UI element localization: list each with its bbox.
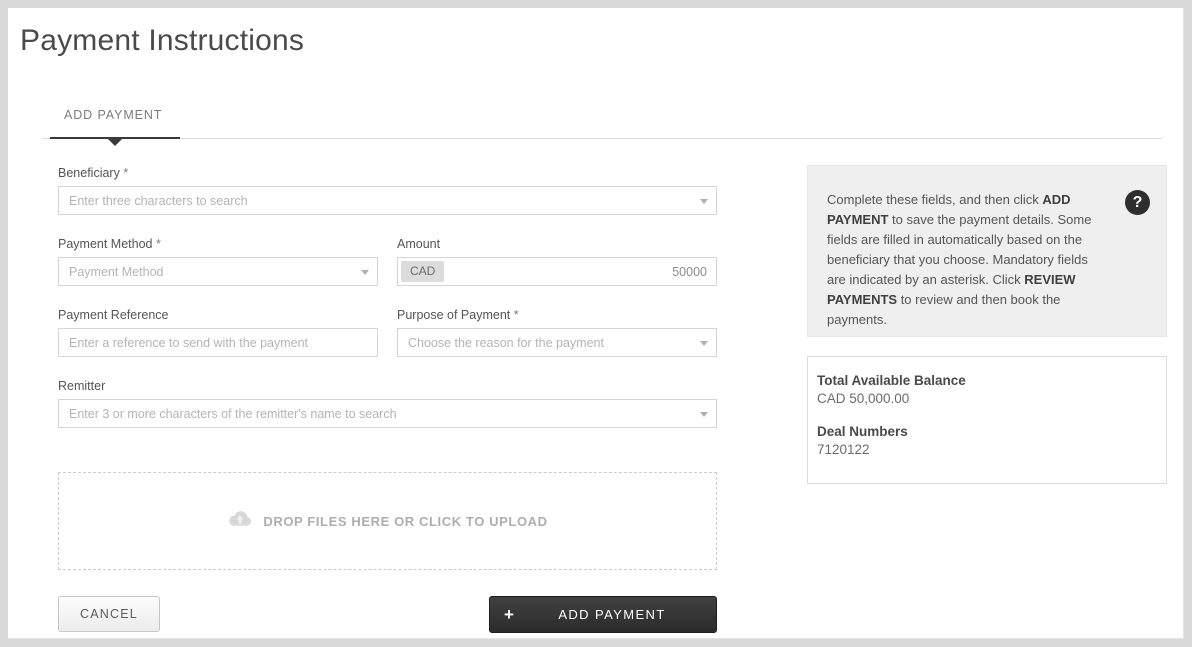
- purpose-of-payment-placeholder: Choose the reason for the payment: [408, 336, 604, 350]
- beneficiary-required-asterisk: *: [123, 166, 128, 180]
- help-text-part-1: Complete these fields, and then click: [827, 192, 1042, 207]
- dropzone-label: DROP FILES HERE OR CLICK TO UPLOAD: [263, 514, 547, 529]
- total-available-balance-value: CAD 50,000.00: [817, 391, 966, 406]
- purpose-of-payment-label: Purpose of Payment *: [397, 308, 717, 322]
- deal-numbers-label: Deal Numbers: [817, 424, 966, 439]
- plus-icon: +: [504, 606, 515, 623]
- chevron-down-icon[interactable]: [361, 270, 369, 275]
- currency-badge: CAD: [401, 261, 444, 282]
- purpose-of-payment-select[interactable]: Choose the reason for the payment: [397, 328, 717, 357]
- cancel-button[interactable]: CANCEL: [58, 596, 160, 632]
- tab-bar: ADD PAYMENT: [42, 108, 1162, 140]
- payment-method-select[interactable]: Payment Method: [58, 257, 378, 286]
- payment-method-label-text: Payment Method: [58, 237, 153, 251]
- spacer: [58, 215, 718, 237]
- page-title: Payment Instructions: [20, 24, 304, 58]
- remitter-placeholder: Enter 3 or more characters of the remitt…: [69, 407, 397, 421]
- beneficiary-label-text: Beneficiary: [58, 166, 120, 180]
- tab-add-payment[interactable]: ADD PAYMENT: [50, 108, 176, 131]
- payment-form: Beneficiary * Enter three characters to …: [58, 166, 718, 428]
- payment-method-label: Payment Method *: [58, 237, 378, 251]
- purpose-of-payment-label-text: Purpose of Payment: [397, 308, 510, 322]
- page-card: Payment Instructions ADD PAYMENT Benefic…: [8, 8, 1184, 639]
- spacer: [58, 357, 718, 379]
- beneficiary-label: Beneficiary *: [58, 166, 718, 180]
- deal-numbers-value: 7120122: [817, 442, 966, 457]
- purpose-of-payment-field-group: Purpose of Payment * Choose the reason f…: [397, 308, 717, 357]
- beneficiary-field-group: Beneficiary * Enter three characters to …: [58, 166, 718, 215]
- amount-field-group: Amount CAD 50000: [397, 237, 717, 286]
- payment-reference-input[interactable]: Enter a reference to send with the payme…: [58, 328, 378, 357]
- question-mark-icon[interactable]: ?: [1125, 190, 1150, 215]
- remitter-input[interactable]: Enter 3 or more characters of the remitt…: [58, 399, 717, 428]
- payment-method-required-asterisk: *: [156, 237, 161, 251]
- spacer: [58, 286, 718, 308]
- purpose-of-payment-required-asterisk: *: [514, 308, 519, 322]
- chevron-down-icon[interactable]: [700, 199, 708, 204]
- cloud-upload-icon: [227, 509, 253, 534]
- add-payment-button-label: ADD PAYMENT: [490, 607, 716, 622]
- payment-method-placeholder: Payment Method: [69, 265, 164, 279]
- chevron-down-icon[interactable]: [700, 341, 708, 346]
- summary-content: Total Available Balance CAD 50,000.00 De…: [817, 373, 966, 457]
- tab-bar-rule: [42, 138, 1162, 139]
- tab-active-caret-icon: [108, 139, 122, 146]
- payment-reference-field-group: Payment Reference Enter a reference to s…: [58, 308, 378, 357]
- payment-method-field-group: Payment Method * Payment Method: [58, 237, 378, 286]
- help-panel: Complete these fields, and then click AD…: [807, 165, 1167, 337]
- summary-panel: Total Available Balance CAD 50,000.00 De…: [807, 356, 1167, 484]
- total-available-balance-label: Total Available Balance: [817, 373, 966, 388]
- help-text: Complete these fields, and then click AD…: [827, 190, 1099, 330]
- chevron-down-icon[interactable]: [700, 412, 708, 417]
- amount-value: 50000: [672, 265, 707, 279]
- beneficiary-input[interactable]: Enter three characters to search: [58, 186, 717, 215]
- remitter-field-group: Remitter Enter 3 or more characters of t…: [58, 379, 718, 428]
- payment-reference-label: Payment Reference: [58, 308, 378, 322]
- remitter-label: Remitter: [58, 379, 718, 393]
- beneficiary-placeholder: Enter three characters to search: [69, 194, 248, 208]
- file-dropzone[interactable]: DROP FILES HERE OR CLICK TO UPLOAD: [58, 472, 717, 570]
- add-payment-button[interactable]: + ADD PAYMENT: [489, 596, 717, 633]
- payment-reference-placeholder: Enter a reference to send with the payme…: [69, 336, 308, 350]
- method-amount-row: Payment Method * Payment Method Amount C…: [58, 237, 718, 286]
- amount-label: Amount: [397, 237, 717, 251]
- amount-input[interactable]: CAD 50000: [397, 257, 717, 286]
- reference-purpose-row: Payment Reference Enter a reference to s…: [58, 308, 718, 357]
